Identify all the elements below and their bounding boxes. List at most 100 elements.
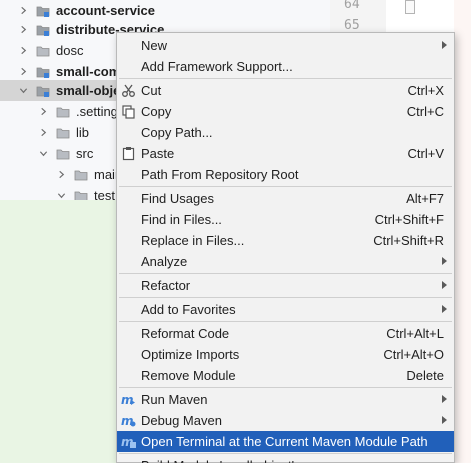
menu-item-label: Open Terminal at the Current Maven Modul… [141,434,428,449]
menu-item-label: Analyze [141,254,188,269]
menu-item-label: Optimize Imports [141,347,240,362]
menu-item-run-maven[interactable]: m Run Maven [117,389,454,410]
menu-item-label: Add Framework Support... [141,59,293,74]
menu-item-label: Find in Files... [141,212,222,227]
tree-item-label: small-obje [56,83,121,98]
editor-right-edge [454,0,471,463]
test-folder-highlight [0,200,130,463]
menu-item-label: Debug Maven [141,413,222,428]
menu-item-label: Reformat Code [141,326,230,341]
folder-icon [56,105,70,119]
folder-icon [36,44,50,58]
menu-item-add-framework-support[interactable]: Add Framework Support... [117,56,454,77]
menu-item-label: Refactor [141,278,191,293]
menu-item-add-to-favorites[interactable]: Add to Favorites [117,299,454,320]
chevron-right-icon[interactable] [18,6,28,16]
menu-item-label: Copy [141,104,172,119]
fold-marker-icon[interactable] [405,0,415,14]
menu-item-debug-maven[interactable]: m Debug Maven [117,410,454,431]
menu-item-shortcut: Ctrl+Alt+O [383,347,444,362]
menu-item-find-in-files[interactable]: Find in Files... Ctrl+Shift+F [117,209,454,230]
menu-item-shortcut: Ctrl+X [407,83,444,98]
menu-item-label: New [141,38,168,53]
line-number: 64 [344,0,360,12]
menu-item-shortcut: Ctrl+V [407,146,444,161]
menu-item-shortcut: Ctrl+Alt+L [386,326,444,341]
menu-item-new[interactable]: New [117,35,454,56]
menu-item-label: Paste [141,146,175,161]
menu-item-copy[interactable]: Copy Ctrl+C [117,101,454,122]
maven-debug-icon: m [121,413,136,428]
line-number: 65 [344,18,360,33]
menu-item-shortcut: Ctrl+Shift+F [374,212,444,227]
scissors-icon [121,83,136,98]
menu-item-label: Path From Repository Root [141,167,299,182]
menu-item-optimize-imports[interactable]: Optimize Imports Ctrl+Alt+O [117,344,454,365]
menu-item-label: Remove Module [141,368,236,383]
menu-separator [119,453,452,454]
menu-item-copy-path[interactable]: Copy Path... [117,122,454,143]
menu-item-label: Replace in Files... [141,233,245,248]
menu-item-build-module-small-object[interactable]: Build Module 'small-object' [117,455,454,463]
tree-item[interactable]: account-service [0,0,330,21]
tree-item-label: src [76,146,94,161]
folder-icon [56,147,70,161]
module-folder-icon [36,23,50,37]
chevron-down-icon[interactable] [38,149,48,159]
chevron-right-icon[interactable] [38,107,48,117]
submenu-arrow-icon [442,395,447,403]
menu-item-label: Copy Path... [141,125,213,140]
menu-item-find-usages[interactable]: Find Usages Alt+F7 [117,188,454,209]
chevron-right-icon[interactable] [18,46,28,56]
maven-terminal-icon: m [121,434,136,449]
menu-item-refactor[interactable]: Refactor [117,275,454,296]
submenu-arrow-icon [442,281,447,289]
chevron-right-icon[interactable] [18,25,28,35]
menu-item-label: Find Usages [141,191,214,206]
menu-separator [119,321,452,322]
menu-item-shortcut: Alt+F7 [406,191,444,206]
menu-item-open-terminal-at-the-current-maven-module-path[interactable]: m Open Terminal at the Current Maven Modu… [117,431,454,452]
menu-item-reformat-code[interactable]: Reformat Code Ctrl+Alt+L [117,323,454,344]
menu-separator [119,273,452,274]
svg-text:m: m [121,393,134,407]
module-folder-icon [36,4,50,18]
submenu-arrow-icon [442,257,447,265]
submenu-arrow-icon [442,305,447,313]
menu-item-path-from-repository-root[interactable]: Path From Repository Root [117,164,454,185]
submenu-arrow-icon [442,416,447,424]
menu-separator [119,78,452,79]
chevron-right-icon[interactable] [18,67,28,77]
folder-icon [56,126,70,140]
menu-item-label: Cut [141,83,162,98]
module-folder-icon [36,65,50,79]
menu-item-label: Run Maven [141,392,208,407]
menu-item-label: Add to Favorites [141,302,236,317]
menu-item-cut[interactable]: Cut Ctrl+X [117,80,454,101]
copy-icon [121,104,136,119]
tree-item-label: dosc [56,43,84,58]
tree-item-label: small-com [56,64,121,79]
chevron-down-icon[interactable] [18,86,28,96]
module-folder-icon [36,84,50,98]
submenu-arrow-icon [442,41,447,49]
menu-item-replace-in-files[interactable]: Replace in Files... Ctrl+Shift+R [117,230,454,251]
tree-item-label: .setting [76,104,118,119]
menu-item-paste[interactable]: Paste Ctrl+V [117,143,454,164]
chevron-down-icon[interactable] [56,191,66,201]
context-menu: New Add Framework Support... Cut Ctrl+X Copy… [116,32,455,463]
menu-item-analyze[interactable]: Analyze [117,251,454,272]
menu-item-shortcut: Ctrl+C [406,104,444,119]
menu-separator [119,387,452,388]
menu-item-remove-module[interactable]: Remove Module Delete [117,365,454,386]
menu-item-label: Build Module 'small-object' [141,458,294,463]
tree-item-label: account-service [56,3,155,18]
folder-icon [74,168,88,182]
chevron-right-icon[interactable] [56,170,66,180]
menu-item-shortcut: Ctrl+Shift+R [373,233,444,248]
clipboard-icon [121,146,136,161]
menu-separator [119,297,452,298]
menu-separator [119,186,452,187]
tree-item-label: lib [76,125,90,140]
chevron-right-icon[interactable] [38,128,48,138]
